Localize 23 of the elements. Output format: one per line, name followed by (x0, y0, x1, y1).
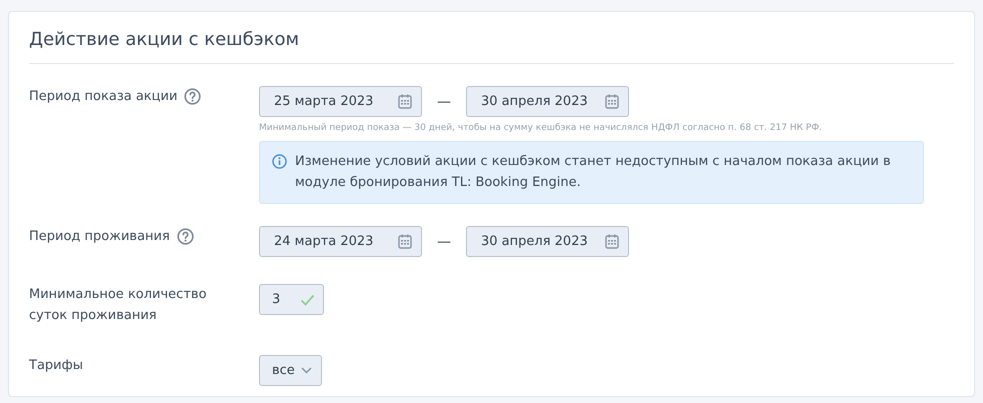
date-field[interactable]: 24 марта 2023 (259, 226, 422, 257)
help-icon[interactable] (176, 228, 194, 245)
date-field[interactable]: 30 апреля 2023 (466, 86, 629, 117)
help-icon[interactable] (184, 88, 202, 105)
calendar-icon[interactable] (605, 94, 619, 109)
field-label: Период проживания (29, 228, 170, 246)
range-dash: — (436, 234, 452, 250)
number-field[interactable]: 3 (259, 284, 324, 315)
field-label: Тарифы (29, 357, 83, 375)
section-title: Действие акции с кешбэком (29, 12, 954, 64)
calendar-icon[interactable] (398, 94, 412, 109)
info-icon (272, 154, 287, 169)
calendar-icon[interactable] (605, 234, 619, 249)
tariff-select[interactable]: все (259, 355, 322, 386)
range-dash: — (436, 94, 452, 110)
chevron-down-icon (300, 367, 312, 374)
date-field[interactable]: 30 апреля 2023 (466, 226, 629, 257)
calendar-icon[interactable] (398, 234, 412, 249)
date-field[interactable]: 25 марта 2023 (259, 86, 422, 117)
hint-text: Минимальный период показа — 30 дней, чтобы на сумму кешбэка не начислялся НДФЛ согласно п. 68 ст. 217 НК РФ. (259, 123, 822, 133)
field-label: Период показа акции (29, 88, 178, 106)
info-notice: Изменение условий акции с кешбэком станет недоступным с началом показа акции в модуле бронирования TL: Booking Engine. (259, 141, 924, 204)
field-label: Минимальное количество суток проживания (29, 286, 208, 325)
